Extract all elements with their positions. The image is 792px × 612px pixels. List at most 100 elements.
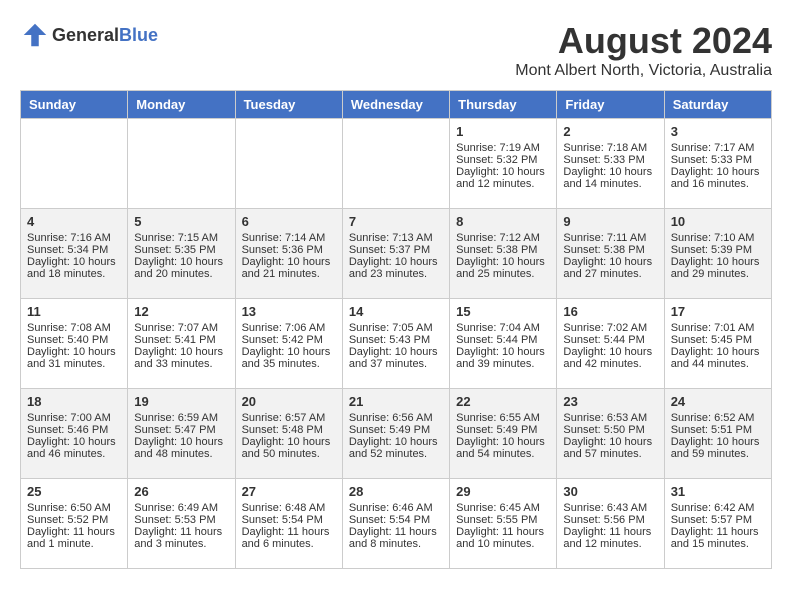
- day-cell: 2Sunrise: 7:18 AMSunset: 5:33 PMDaylight…: [557, 119, 664, 209]
- day-info: Sunset: 5:33 PM: [563, 154, 657, 166]
- day-info: Daylight: 11 hours: [134, 526, 228, 538]
- day-info: and 42 minutes.: [563, 358, 657, 370]
- day-cell: 27Sunrise: 6:48 AMSunset: 5:54 PMDayligh…: [235, 479, 342, 569]
- day-info: and 15 minutes.: [671, 538, 765, 550]
- day-number: 25: [27, 484, 121, 499]
- day-info: Sunset: 5:52 PM: [27, 514, 121, 526]
- day-number: 12: [134, 304, 228, 319]
- day-info: and 23 minutes.: [349, 268, 443, 280]
- logo-icon: [20, 20, 50, 50]
- day-info: Sunset: 5:50 PM: [563, 424, 657, 436]
- day-number: 9: [563, 214, 657, 229]
- day-info: Sunrise: 6:45 AM: [456, 502, 550, 514]
- day-cell: 11Sunrise: 7:08 AMSunset: 5:40 PMDayligh…: [21, 299, 128, 389]
- day-number: 5: [134, 214, 228, 229]
- day-info: Sunset: 5:33 PM: [671, 154, 765, 166]
- day-cell: [342, 119, 449, 209]
- day-info: Sunset: 5:45 PM: [671, 334, 765, 346]
- day-info: Daylight: 10 hours: [242, 436, 336, 448]
- day-number: 2: [563, 124, 657, 139]
- day-info: Daylight: 10 hours: [349, 436, 443, 448]
- day-info: Daylight: 10 hours: [242, 346, 336, 358]
- day-cell: 25Sunrise: 6:50 AMSunset: 5:52 PMDayligh…: [21, 479, 128, 569]
- day-info: and 6 minutes.: [242, 538, 336, 550]
- day-info: Sunrise: 7:16 AM: [27, 232, 121, 244]
- day-info: and 3 minutes.: [134, 538, 228, 550]
- day-info: Sunset: 5:38 PM: [563, 244, 657, 256]
- day-cell: 12Sunrise: 7:07 AMSunset: 5:41 PMDayligh…: [128, 299, 235, 389]
- day-number: 27: [242, 484, 336, 499]
- day-info: Daylight: 10 hours: [134, 346, 228, 358]
- day-info: Sunrise: 6:50 AM: [27, 502, 121, 514]
- day-info: Daylight: 10 hours: [134, 256, 228, 268]
- day-info: Sunset: 5:37 PM: [349, 244, 443, 256]
- day-info: Sunset: 5:57 PM: [671, 514, 765, 526]
- day-number: 20: [242, 394, 336, 409]
- day-info: Daylight: 10 hours: [27, 256, 121, 268]
- day-cell: 1Sunrise: 7:19 AMSunset: 5:32 PMDaylight…: [450, 119, 557, 209]
- day-number: 13: [242, 304, 336, 319]
- day-number: 30: [563, 484, 657, 499]
- day-info: Sunrise: 7:08 AM: [27, 322, 121, 334]
- day-info: and 21 minutes.: [242, 268, 336, 280]
- day-info: Sunrise: 6:52 AM: [671, 412, 765, 424]
- month-year: August 2024: [515, 20, 772, 62]
- day-number: 1: [456, 124, 550, 139]
- day-number: 29: [456, 484, 550, 499]
- day-info: Daylight: 11 hours: [563, 526, 657, 538]
- day-info: and 12 minutes.: [456, 178, 550, 190]
- day-cell: 13 Sunrise: 7:06 AMSunset: 5:42 PMDayligh…: [235, 299, 342, 389]
- day-info: Daylight: 10 hours: [671, 436, 765, 448]
- page-header: GeneralBlue August 2024 Mont Albert Nort…: [20, 20, 772, 80]
- day-info: Daylight: 11 hours: [349, 526, 443, 538]
- day-info: Sunset: 5:38 PM: [456, 244, 550, 256]
- day-number: 15: [456, 304, 550, 319]
- day-info: Daylight: 10 hours: [27, 346, 121, 358]
- day-cell: 16Sunrise: 7:02 AMSunset: 5:44 PMDayligh…: [557, 299, 664, 389]
- day-info: and 1 minute.: [27, 538, 121, 550]
- day-info: Sunset: 5:42 PM: [242, 334, 336, 346]
- location: Mont Albert North, Victoria, Australia: [515, 62, 772, 80]
- day-info: Sunset: 5:51 PM: [671, 424, 765, 436]
- day-info: Sunrise: 7:01 AM: [671, 322, 765, 334]
- day-info: Sunrise: 7:15 AM: [134, 232, 228, 244]
- day-info: Sunrise: 6:43 AM: [563, 502, 657, 514]
- logo-text-general: General: [52, 25, 119, 45]
- day-number: 18: [27, 394, 121, 409]
- day-cell: 28Sunrise: 6:46 AMSunset: 5:54 PMDayligh…: [342, 479, 449, 569]
- day-cell: 15Sunrise: 7:04 AMSunset: 5:44 PMDayligh…: [450, 299, 557, 389]
- day-number: 11: [27, 304, 121, 319]
- day-cell: 30Sunrise: 6:43 AMSunset: 5:56 PMDayligh…: [557, 479, 664, 569]
- day-info: and 12 minutes.: [563, 538, 657, 550]
- day-info: Sunset: 5:48 PM: [242, 424, 336, 436]
- day-cell: 19Sunrise: 6:59 AMSunset: 5:47 PMDayligh…: [128, 389, 235, 479]
- day-info: and 48 minutes.: [134, 448, 228, 460]
- day-info: Sunset: 5:49 PM: [349, 424, 443, 436]
- day-cell: 18Sunrise: 7:00 AMSunset: 5:46 PMDayligh…: [21, 389, 128, 479]
- day-info: Sunset: 5:54 PM: [349, 514, 443, 526]
- day-info: Sunrise: 7:06 AM: [242, 322, 336, 334]
- day-cell: 31Sunrise: 6:42 AMSunset: 5:57 PMDayligh…: [664, 479, 771, 569]
- day-cell: 23Sunrise: 6:53 AMSunset: 5:50 PMDayligh…: [557, 389, 664, 479]
- week-row-3: 11Sunrise: 7:08 AMSunset: 5:40 PMDayligh…: [21, 299, 772, 389]
- day-info: Sunrise: 7:00 AM: [27, 412, 121, 424]
- day-info: and 50 minutes.: [242, 448, 336, 460]
- day-info: Daylight: 10 hours: [349, 256, 443, 268]
- day-info: Sunset: 5:47 PM: [134, 424, 228, 436]
- day-info: and 8 minutes.: [349, 538, 443, 550]
- day-number: 8: [456, 214, 550, 229]
- day-info: Sunrise: 7:12 AM: [456, 232, 550, 244]
- day-info: Sunset: 5:46 PM: [27, 424, 121, 436]
- day-info: Daylight: 10 hours: [671, 166, 765, 178]
- day-info: Sunrise: 7:07 AM: [134, 322, 228, 334]
- day-info: Sunset: 5:36 PM: [242, 244, 336, 256]
- day-info: and 27 minutes.: [563, 268, 657, 280]
- week-row-4: 18 Sunrise: 7:00 AMSunset: 5:46 PM Dayligh…: [21, 389, 772, 479]
- day-info: Daylight: 10 hours: [456, 166, 550, 178]
- day-cell: 6Sunrise: 7:14 AMSunset: 5:36 PMDaylight…: [235, 209, 342, 299]
- day-info: Sunset: 5:32 PM: [456, 154, 550, 166]
- day-cell: [21, 119, 128, 209]
- day-cell: 5Sunrise: 7:15 AMSunset: 5:35 PMDaylight…: [128, 209, 235, 299]
- day-header-friday: Friday: [557, 91, 664, 119]
- logo: GeneralBlue: [20, 20, 158, 50]
